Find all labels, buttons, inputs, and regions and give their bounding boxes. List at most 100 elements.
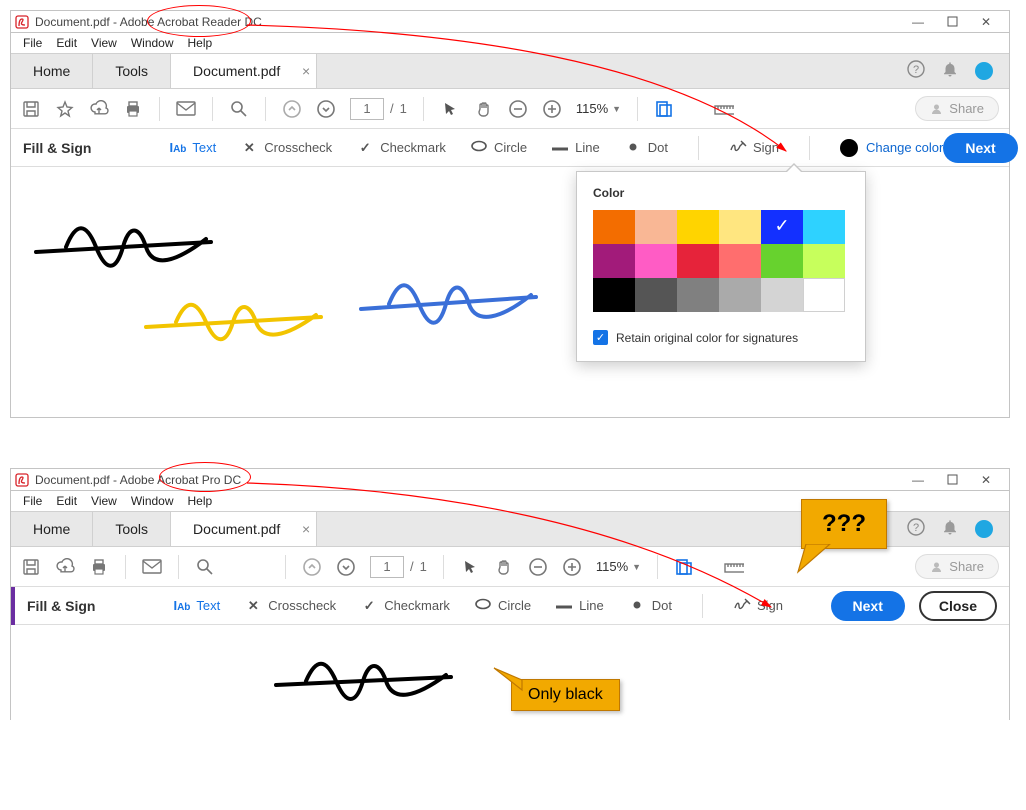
cloud-upload-icon[interactable]: [89, 99, 109, 119]
minimize-button[interactable]: —: [901, 11, 935, 33]
ruler-icon[interactable]: [714, 99, 734, 119]
save-icon[interactable]: [21, 99, 41, 119]
tab-document[interactable]: Document.pdf×: [171, 512, 317, 546]
fs-line-tool[interactable]: Line: [551, 140, 600, 155]
zoom-in-icon[interactable]: [542, 99, 562, 119]
next-button[interactable]: Next: [831, 591, 905, 621]
share-button[interactable]: Share: [915, 96, 999, 121]
fs-line-tool[interactable]: Line: [555, 598, 604, 613]
color-swatch[interactable]: [761, 210, 803, 244]
tab-tools[interactable]: Tools: [93, 512, 171, 546]
menu-view[interactable]: View: [85, 35, 123, 51]
close-button[interactable]: Close: [919, 591, 997, 621]
zoom-out-icon[interactable]: [508, 99, 528, 119]
color-swatch[interactable]: [635, 210, 677, 244]
maximize-button[interactable]: [935, 11, 969, 33]
avatar[interactable]: [975, 520, 993, 538]
avatar[interactable]: [975, 62, 993, 80]
fs-crosscheck-tool[interactable]: ✕Crosscheck: [244, 598, 336, 614]
change-color-button[interactable]: Change color: [840, 139, 943, 157]
tab-close-icon[interactable]: ×: [302, 521, 310, 537]
menu-edit[interactable]: Edit: [50, 35, 83, 51]
print-icon[interactable]: [89, 557, 109, 577]
menu-edit[interactable]: Edit: [50, 493, 83, 509]
color-swatch[interactable]: [635, 278, 677, 312]
tab-home[interactable]: Home: [11, 54, 93, 88]
fs-circle-tool[interactable]: Circle: [470, 140, 527, 155]
zoom-dropdown-icon[interactable]: ▼: [612, 104, 621, 114]
search-icon[interactable]: [195, 557, 215, 577]
menu-file[interactable]: File: [17, 493, 48, 509]
zoom-value[interactable]: 115%: [576, 101, 608, 116]
ruler-icon[interactable]: [724, 557, 744, 577]
print-icon[interactable]: [123, 99, 143, 119]
document-canvas[interactable]: Color ✓ Retain original color for signat…: [11, 167, 1009, 407]
star-icon[interactable]: [55, 99, 75, 119]
page-current[interactable]: 1: [350, 98, 384, 120]
zoom-value[interactable]: 115%: [596, 559, 628, 574]
fit-width-icon[interactable]: [654, 99, 674, 119]
menu-window[interactable]: Window: [125, 493, 180, 509]
mail-icon[interactable]: [142, 557, 162, 577]
fs-dot-tool[interactable]: Dot: [628, 598, 672, 613]
color-swatch[interactable]: [761, 278, 803, 312]
zoom-in-icon[interactable]: [562, 557, 582, 577]
color-swatch[interactable]: [677, 210, 719, 244]
color-swatch[interactable]: [593, 244, 635, 278]
color-swatch[interactable]: [635, 244, 677, 278]
color-swatch[interactable]: [719, 278, 761, 312]
fs-text-tool[interactable]: IAbText: [169, 140, 216, 155]
hand-icon[interactable]: [474, 99, 494, 119]
pointer-icon[interactable]: [460, 557, 480, 577]
pointer-icon[interactable]: [440, 99, 460, 119]
mail-icon[interactable]: [176, 99, 196, 119]
color-swatch[interactable]: [677, 244, 719, 278]
fs-crosscheck-tool[interactable]: ✕Crosscheck: [240, 140, 332, 156]
page-up-icon[interactable]: [302, 557, 322, 577]
color-swatch[interactable]: [803, 210, 845, 244]
menu-help[interactable]: Help: [182, 35, 219, 51]
fs-checkmark-tool[interactable]: ✓Checkmark: [356, 140, 446, 156]
maximize-button[interactable]: [935, 469, 969, 491]
color-swatch[interactable]: [719, 244, 761, 278]
color-swatch[interactable]: [593, 210, 635, 244]
color-swatch[interactable]: [761, 244, 803, 278]
zoom-dropdown-icon[interactable]: ▼: [632, 562, 641, 572]
color-swatch[interactable]: [803, 244, 845, 278]
zoom-out-icon[interactable]: [528, 557, 548, 577]
menu-help[interactable]: Help: [182, 493, 219, 509]
close-window-button[interactable]: ✕: [969, 469, 1003, 491]
color-swatch[interactable]: [803, 278, 845, 312]
share-button[interactable]: Share: [915, 554, 999, 579]
tab-close-icon[interactable]: ×: [302, 63, 310, 79]
fs-sign-tool[interactable]: Sign: [729, 138, 779, 157]
fs-dot-tool[interactable]: Dot: [624, 140, 668, 155]
fs-sign-tool[interactable]: Sign: [733, 596, 783, 615]
fs-circle-tool[interactable]: Circle: [474, 598, 531, 613]
cloud-upload-icon[interactable]: [55, 557, 75, 577]
color-swatch[interactable]: [677, 278, 719, 312]
tab-document[interactable]: Document.pdf×: [171, 54, 317, 88]
save-icon[interactable]: [21, 557, 41, 577]
minimize-button[interactable]: —: [901, 469, 935, 491]
retain-checkbox-row[interactable]: ✓ Retain original color for signatures: [593, 330, 849, 345]
tab-tools[interactable]: Tools: [93, 54, 171, 88]
hand-icon[interactable]: [494, 557, 514, 577]
fs-checkmark-tool[interactable]: ✓Checkmark: [360, 598, 450, 614]
help-icon[interactable]: ?: [907, 60, 925, 83]
bell-icon[interactable]: [941, 518, 959, 541]
search-icon[interactable]: [229, 99, 249, 119]
menu-window[interactable]: Window: [125, 35, 180, 51]
page-current[interactable]: 1: [370, 556, 404, 578]
color-swatch[interactable]: [719, 210, 761, 244]
page-down-icon[interactable]: [336, 557, 356, 577]
fs-text-tool[interactable]: IAbText: [173, 598, 220, 613]
next-button[interactable]: Next: [943, 133, 1017, 163]
fit-width-icon[interactable]: [674, 557, 694, 577]
color-swatch[interactable]: [593, 278, 635, 312]
close-window-button[interactable]: ✕: [969, 11, 1003, 33]
bell-icon[interactable]: [941, 60, 959, 83]
tab-home[interactable]: Home: [11, 512, 93, 546]
menu-view[interactable]: View: [85, 493, 123, 509]
help-icon[interactable]: ?: [907, 518, 925, 541]
